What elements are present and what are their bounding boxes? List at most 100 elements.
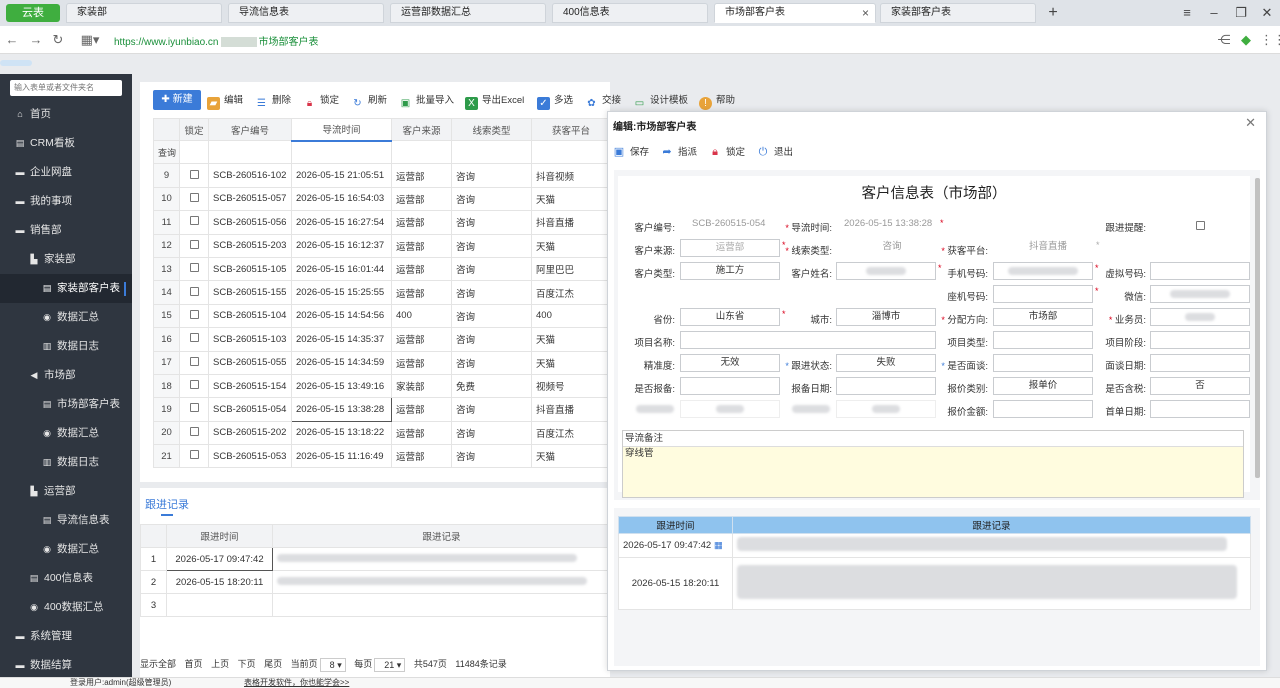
sidebar-item-system[interactable]: ▬ 系统管理 [0,622,132,651]
dialog-record-header-time[interactable]: 跟进时间 [618,516,733,534]
cell-cust-id[interactable]: SCB-260515-056 [208,210,292,235]
cell-cust-id[interactable]: SCB-260515-155 [208,280,292,305]
field-redacted[interactable] [680,400,780,418]
lock-cell[interactable] [179,327,209,352]
sidebar-item-mk-log[interactable]: ▥ 数据日志 [0,448,132,477]
table-row[interactable]: 17 SCB-260515-055 2026-05-15 14:34:59 运营部 咨询… [153,350,611,375]
cell-flow-time[interactable]: 2026-05-15 13:38:28 [291,397,392,422]
field-project-type[interactable] [993,331,1093,349]
field-phone[interactable] [993,262,1093,280]
lock-cell[interactable] [179,233,209,258]
sidebar-item-disk[interactable]: ▬ 企业网盘 [0,158,132,187]
field-redacted[interactable] [836,400,936,418]
cell-flow-time[interactable]: 2026-05-15 16:27:54 [291,210,392,235]
cell-source[interactable]: 运营部 [391,233,452,258]
cell-flow-time[interactable]: 2026-05-15 14:54:56 [291,303,392,329]
menu-icon[interactable]: ≡ [1178,4,1196,22]
cell-cust-id[interactable]: SCB-260515-203 [208,233,292,258]
cell-source[interactable]: 运营部 [391,420,452,446]
field-wechat[interactable] [1150,285,1250,303]
record-time[interactable] [166,593,273,617]
cell-source[interactable]: 400 [391,303,452,329]
query-cell[interactable] [291,139,392,165]
tab-shichang[interactable]: 市场部客户表 × [714,3,876,23]
row-number[interactable]: 20 [153,420,180,446]
tab-daoliu[interactable]: 导流信息表 [228,3,384,23]
field-accuracy[interactable]: 无效 [680,354,780,372]
dialog-record-header-content[interactable]: 跟进记录 [732,516,1251,534]
dialog-record-time[interactable]: 2026-05-17 09:47:42 ▦ [618,533,733,558]
field-price-amount[interactable] [993,400,1093,418]
reminder-checkbox[interactable] [1196,221,1205,230]
table-row[interactable]: 13 SCB-260515-105 2026-05-15 16:01:44 运营部 咨询… [153,256,611,282]
cell-flow-time[interactable]: 2026-05-15 16:12:37 [291,233,392,258]
dialog-save-button[interactable]: ▣ 保存 [613,144,649,158]
cell-source[interactable]: 运营部 [391,210,452,235]
field-tax[interactable]: 否 [1150,377,1250,395]
sidebar-item-tasks[interactable]: ▬ 我的事项 [0,187,132,216]
export-excel-button[interactable]: X 导出Excel [465,92,524,110]
pager-per-select[interactable]: 21 ▾ [374,657,406,672]
record-row[interactable]: 3 [140,593,611,617]
pager-current-select[interactable]: 8 ▾ [319,657,346,672]
record-header-time[interactable]: 跟进时间 [166,524,273,548]
sidebar-item-ops[interactable]: ▙ 运营部 [0,477,132,506]
table-row[interactable]: 10 SCB-260515-057 2026-05-15 16:54:03 运营部 咨询… [153,186,611,212]
cell-flow-time[interactable]: 2026-05-15 16:01:44 [291,256,392,282]
tab-jiazhuang-customer[interactable]: 家装部客户表 [880,3,1036,23]
lock-cell[interactable] [179,397,209,422]
dialog-lock-button[interactable]: 🔒︎ 锁定 [709,144,745,159]
row-lock-checkbox[interactable] [189,169,199,179]
tab-400[interactable]: 400信息表 [552,3,708,23]
row-lock-checkbox[interactable] [189,309,199,319]
field-salesman[interactable] [1150,308,1250,326]
cell-cust-id[interactable]: SCB-260515-103 [208,327,292,352]
import-button[interactable]: ▣ 批量导入 [399,92,454,110]
field-first-date[interactable] [1150,400,1250,418]
field-virtual[interactable] [1150,262,1250,280]
cell-source[interactable]: 运营部 [391,163,452,188]
query-cell[interactable] [451,139,532,165]
table-row[interactable]: 11 SCB-260515-056 2026-05-15 16:27:54 运营部 咨询… [153,210,611,235]
cell-platform[interactable]: 阿里巴巴 [531,256,611,282]
sidebar-item-jz-log[interactable]: ▥ 数据日志 [0,332,132,361]
sidebar-item-jz-summary[interactable]: ◉ 数据汇总 [0,303,132,332]
grid-header-lock[interactable]: 锁定 [179,118,209,141]
calendar-icon[interactable]: ▦ [714,540,723,551]
lock-cell[interactable] [179,256,209,282]
table-row[interactable]: 19 SCB-260515-054 2026-05-15 13:38:28 运营部 咨询… [153,397,611,422]
row-number[interactable]: 14 [153,280,180,305]
table-row[interactable]: 9 SCB-260516-102 2026-05-15 21:05:51 运营部 咨询抖… [153,163,611,188]
field-cust-name[interactable] [836,262,936,280]
row-number[interactable]: 9 [153,163,180,188]
sidebar-item-400-summary[interactable]: ◉ 400数据汇总 [0,593,132,622]
row-lock-checkbox[interactable] [189,356,199,366]
lock-cell[interactable] [179,350,209,375]
cell-lead-type[interactable]: 咨询 [451,444,532,469]
query-cell[interactable] [531,139,611,165]
row-lock-checkbox[interactable] [189,286,199,296]
cell-platform[interactable]: 天猫 [531,327,611,352]
grid-header-flow-time[interactable]: 导流时间 [291,118,392,142]
grid-header-cust-id[interactable]: 客户编号 [208,118,292,141]
sidebar-search-input[interactable] [10,80,122,96]
cell-source[interactable]: 家装部 [391,373,452,399]
table-row[interactable]: 18 SCB-260515-154 2026-05-15 13:49:16 家装部 免费… [153,373,611,399]
close-window-icon[interactable]: ✕ [1258,4,1276,22]
sidebar-item-crm[interactable]: ▤ CRM看板 [0,129,132,158]
sidebar-item-market[interactable]: ◀ 市场部 [0,361,132,390]
cell-source[interactable]: 运营部 [391,327,452,352]
field-city[interactable]: 淄博市 [836,308,936,326]
exchange-button[interactable]: ✿ 交接 [585,92,621,110]
dialog-exit-button[interactable]: ⏻ 退出 [757,144,793,159]
cell-cust-id[interactable]: SCB-260516-102 [208,163,292,188]
cell-flow-time[interactable]: 2026-05-15 21:05:51 [291,163,392,188]
row-lock-checkbox[interactable] [189,426,199,436]
field-direction[interactable]: 市场部 [993,308,1093,326]
back-icon[interactable]: ← [4,32,20,48]
notes-textarea[interactable]: 穿线管 [623,447,1243,497]
lock-cell[interactable] [179,373,209,399]
field-project-stage[interactable] [1150,331,1250,349]
pager-last[interactable]: 尾页 [264,659,282,669]
sidebar-item-400[interactable]: ▤ 400信息表 [0,564,132,593]
